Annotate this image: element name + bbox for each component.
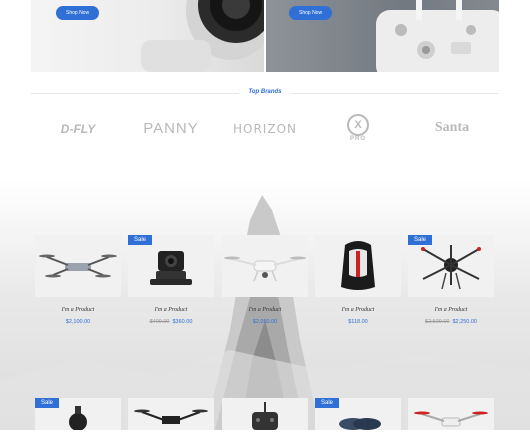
sale-badge: Sale <box>408 235 433 245</box>
product-card[interactable]: Sale <box>35 398 121 431</box>
drone-image <box>39 254 117 278</box>
product-card[interactable]: Sale <box>408 235 494 297</box>
product-card[interactable] <box>315 235 401 297</box>
price-original: $2,500.00 <box>425 319 450 325</box>
product-price: $400.00 $360.00 <box>128 319 214 325</box>
product-card[interactable] <box>128 398 214 430</box>
brand-logo-horizon[interactable]: HORIZON <box>232 122 298 136</box>
brand-label: PRO <box>349 136 366 142</box>
brand-logo-dfly[interactable]: D-FLY <box>48 122 108 136</box>
shop-now-button[interactable]: Shop Now <box>289 6 333 20</box>
brand-logo-santa[interactable]: Santa <box>423 120 481 136</box>
mountain-background-image <box>0 180 530 430</box>
racing-drone-image <box>134 409 208 424</box>
price-current: $360.00 <box>172 319 193 325</box>
product-name[interactable]: I'm a Product <box>315 307 401 313</box>
price-current: $2,250.00 <box>452 319 477 325</box>
sale-badge: Sale <box>35 398 60 408</box>
product-card[interactable] <box>35 235 121 297</box>
section-title: Top Brands <box>248 89 282 95</box>
remote-controller-image <box>252 402 278 430</box>
product-card[interactable]: Sale <box>315 398 401 430</box>
brand-logo-panny[interactable]: PANNY <box>140 120 202 137</box>
product-card[interactable] <box>408 398 494 430</box>
price-current: $118.00 <box>348 319 368 325</box>
product-name[interactable]: I'm a Product <box>222 307 308 313</box>
shop-now-button[interactable]: Shop Now <box>56 6 100 20</box>
product-name[interactable]: I'm a Product <box>35 307 121 313</box>
product-price: $2,050.00 <box>222 319 308 325</box>
backpack-image <box>341 241 375 290</box>
price-current: $2,050.00 <box>252 319 278 325</box>
white-drone-image <box>224 256 306 282</box>
sale-badge: Sale <box>128 235 153 245</box>
brand-logo-xpro[interactable]: X PRO <box>344 114 372 142</box>
product-card[interactable] <box>222 398 308 430</box>
price-current: $2,100.00 <box>65 319 91 325</box>
product-name[interactable]: I'm a Product <box>408 307 494 313</box>
product-price: $2,500.00 $2,250.00 <box>408 319 494 325</box>
product-card[interactable]: Sale <box>128 235 214 297</box>
product-price: $118.00 <box>315 319 401 325</box>
quadcopter-image <box>414 411 488 427</box>
hero-banner-left: Shop Now <box>31 0 264 72</box>
product-card[interactable] <box>222 235 308 297</box>
product-price: $2,100.00 <box>35 319 121 325</box>
product-name[interactable]: I'm a Product <box>128 307 214 313</box>
price-original: $400.00 <box>149 319 170 325</box>
hero-banner-right: Shop Now <box>266 0 499 72</box>
x-mark-icon: X <box>347 114 369 136</box>
sale-badge: Sale <box>315 398 340 408</box>
